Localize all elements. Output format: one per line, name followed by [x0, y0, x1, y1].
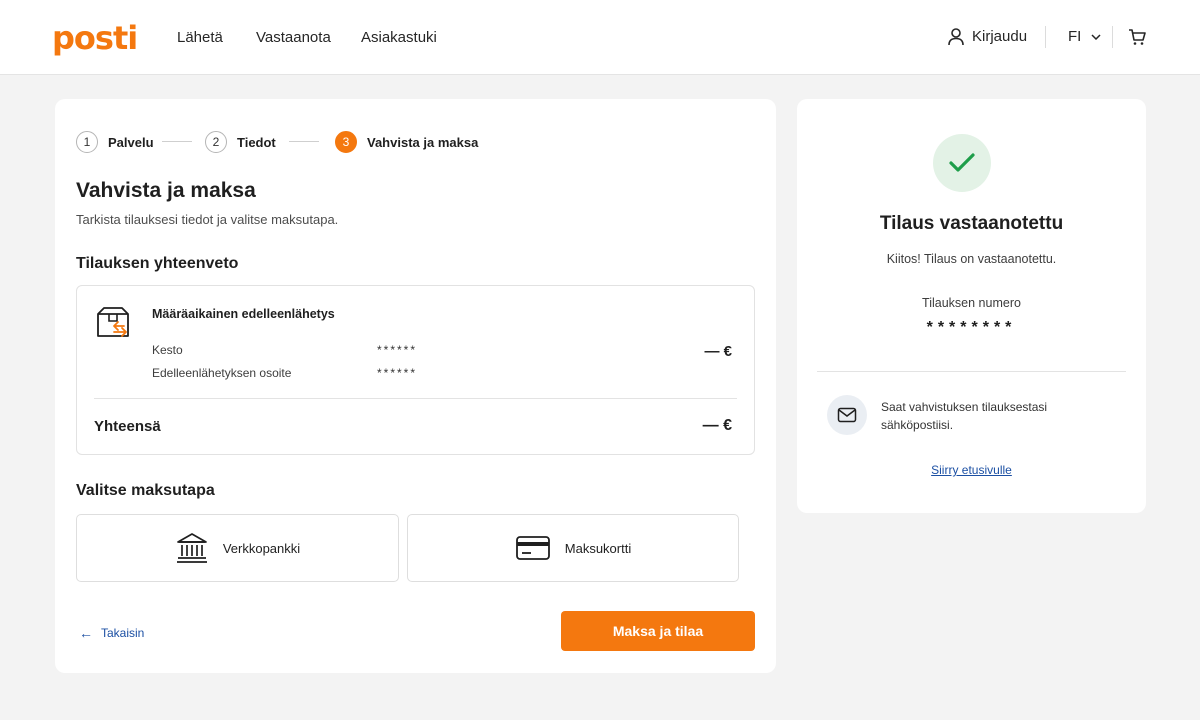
payment-heading: Valitse maksutapa: [76, 482, 215, 499]
posti-logo[interactable]: posti: [52, 20, 138, 56]
confirmation-message: Kiitos! Tilaus on vastaanotettu.: [886, 252, 1057, 266]
email-confirmation-note: Saat vahvistuksen tilauksestasi sähköpos…: [881, 400, 1048, 432]
confirmation-divider: [817, 371, 1126, 372]
site-header: posti Lähetä Vastaanota Asiakastuki Kirj…: [0, 0, 1200, 75]
language-selector[interactable]: FI: [1068, 27, 1101, 47]
login-label: Kirjaudu: [972, 28, 1028, 45]
step-vahvista: 3 Vahvista ja maksa: [335, 131, 478, 153]
step-label: Palvelu: [108, 134, 154, 150]
checkout-card: 1 Palvelu 2 Tiedot 3 Vahvista ja maksa V…: [55, 99, 776, 673]
credit-card-icon: [515, 536, 550, 560]
duration-value: ******: [377, 343, 418, 357]
page-title: Vahvista ja maksa: [76, 179, 256, 202]
page-subtitle: Tarkista tilauksesi tiedot ja valitse ma…: [76, 212, 339, 227]
user-icon: [948, 28, 964, 46]
total-value: — €: [702, 417, 732, 434]
back-button[interactable]: ← Takaisin: [79, 625, 144, 641]
cart-icon: [1129, 29, 1146, 45]
summary-divider: [94, 398, 737, 399]
package-forward-icon: [97, 307, 129, 337]
arrow-left-icon: ←: [79, 625, 93, 641]
nav-item-asiakastuki[interactable]: Asiakastuki: [361, 29, 437, 47]
chevron-down-icon: [1091, 34, 1101, 40]
confirmation-card: Tilaus vastaanotettu Kiitos! Tilaus on v…: [797, 99, 1146, 513]
language-label: FI: [1068, 28, 1082, 45]
header-divider: [1112, 26, 1113, 48]
step-number-active: 3: [335, 131, 357, 153]
step-number: 2: [205, 131, 227, 153]
payment-option-card[interactable]: Maksukortti: [407, 514, 739, 582]
step-label: Vahvista ja maksa: [367, 134, 479, 150]
confirmation-title: Tilaus vastaanotettu: [879, 213, 1064, 234]
order-number-label: Tilauksen numero: [922, 296, 1021, 310]
mail-badge: [827, 395, 867, 435]
mail-icon: [837, 407, 857, 423]
back-label: Takaisin: [101, 626, 145, 640]
payment-option-label: Verkkopankki: [222, 540, 301, 556]
header-divider: [1045, 26, 1046, 48]
cart-button[interactable]: [1128, 28, 1146, 52]
order-summary: Määräaikainen edelleenlähetys Kesto ****…: [76, 285, 755, 455]
step-label: Tiedot: [237, 134, 276, 150]
order-number: ********: [926, 319, 1017, 336]
bank-icon: [176, 533, 207, 563]
step-tiedot[interactable]: 2 Tiedot: [205, 131, 276, 153]
forwarding-address-value: ******: [377, 366, 418, 380]
step-number: 1: [76, 131, 98, 153]
step-connector: [289, 141, 319, 142]
step-connector: [162, 141, 192, 142]
total-label: Yhteensä: [94, 418, 161, 435]
product-name: Määräaikainen edelleenlähetys: [152, 307, 335, 321]
payment-option-label: Maksukortti: [564, 540, 632, 556]
step-palvelu[interactable]: 1 Palvelu: [76, 131, 154, 153]
summary-heading: Tilauksen yhteenveto: [76, 255, 239, 272]
nav-item-vastaanota[interactable]: Vastaanota: [256, 29, 331, 47]
payment-option-bank[interactable]: Verkkopankki: [76, 514, 399, 582]
success-badge: [933, 134, 991, 192]
pay-and-order-button[interactable]: Maksa ja tilaa: [561, 611, 755, 651]
check-icon: [949, 153, 975, 172]
product-price: — €: [704, 343, 732, 360]
nav-item-laheta[interactable]: Lähetä: [177, 29, 223, 47]
login-button[interactable]: Kirjaudu: [948, 27, 1027, 47]
duration-label: Kesto: [152, 343, 183, 357]
forwarding-address-label: Edelleenlähetyksen osoite: [152, 366, 292, 380]
home-link[interactable]: Siirry etusivulle: [797, 463, 1146, 477]
